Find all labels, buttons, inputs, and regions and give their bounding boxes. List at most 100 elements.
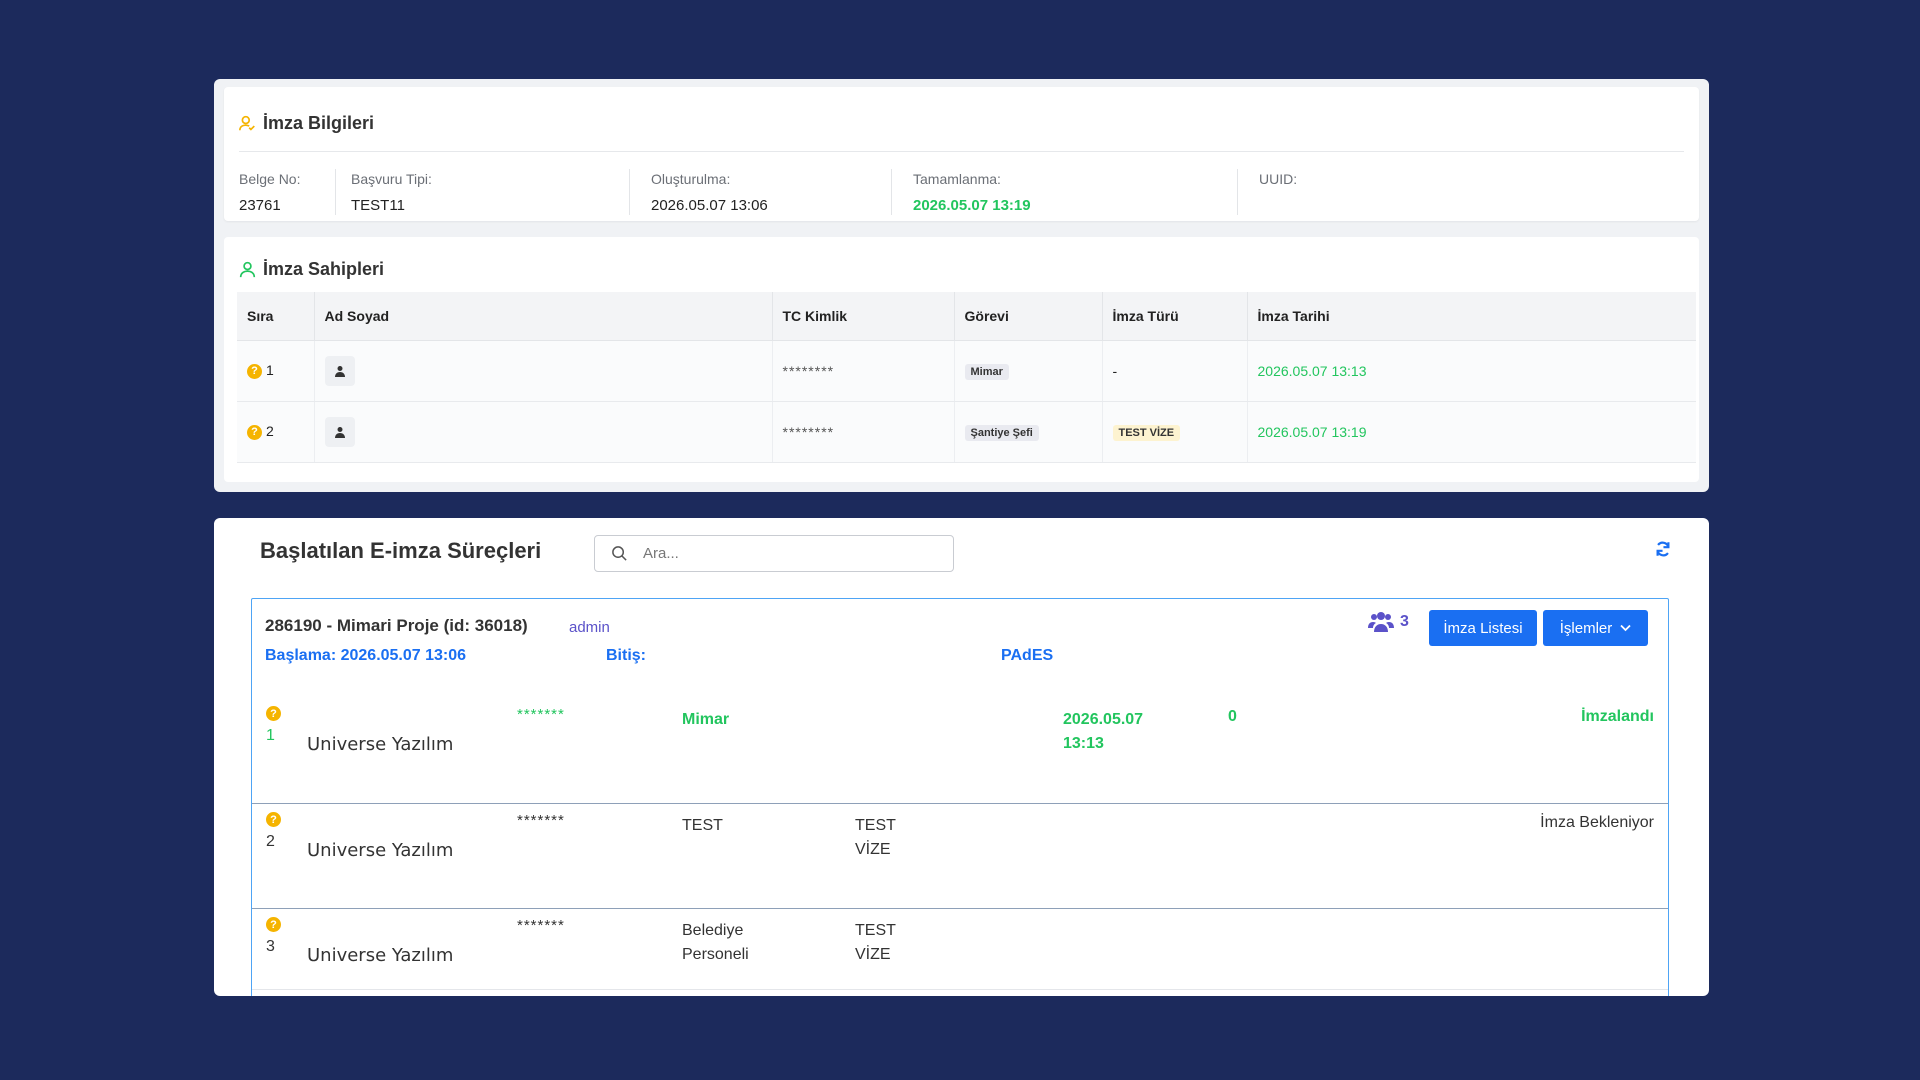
owners-title-text: İmza Sahipleri — [263, 259, 385, 279]
signature-info-panel: İmza Bilgileri Belge No: 23761 Başvuru T… — [214, 79, 1709, 492]
signature-date: 2026.05.07 13:19 — [1257, 423, 1367, 440]
field-olusturulma: Oluşturulma: 2026.05.07 13:06 — [651, 171, 768, 214]
signer-tc: ******* — [517, 917, 565, 934]
signer-row: ? 3 Universe Yazılım ******* Belediye Pe… — [252, 910, 1668, 990]
question-icon: ? — [247, 363, 262, 379]
field-value: 23761 — [239, 197, 281, 214]
section-title: Başlatılan E-imza Süreçleri — [260, 538, 542, 563]
table-header-row: Sıra Ad Soyad TC Kimlik Görevi İmza Türü… — [237, 292, 1696, 341]
tc-cell: ******** — [771, 401, 954, 463]
signer-name: Universe Yazılım — [307, 734, 454, 755]
user-icon — [239, 261, 256, 278]
signer-date: 2026.05.07 13:13 — [1063, 711, 1144, 752]
question-icon: ? — [266, 812, 281, 827]
role-cell: Mimar — [953, 340, 1102, 402]
process-end: Bitiş: — [606, 647, 646, 664]
divider — [239, 151, 1684, 152]
row-index-cell: ? 2 — [237, 401, 314, 463]
signer-index: 1 — [266, 727, 275, 744]
name-cell — [313, 340, 772, 402]
participants-indicator[interactable]: 3 — [1368, 611, 1409, 633]
field-basvuru-tipi: Başvuru Tipi: TEST11 — [351, 171, 432, 214]
name-cell — [313, 401, 772, 463]
process-user-link[interactable]: admin — [569, 619, 610, 636]
column-header: İmza Türü — [1101, 292, 1247, 341]
chevron-down-icon — [1620, 624, 1631, 632]
signer-role: TEST — [682, 817, 723, 834]
question-icon: ? — [266, 706, 281, 721]
table-row: ? 1 ******** Mimar - 2026.05.07 13:13 — [237, 340, 1696, 402]
signature-info-card: İmza Bilgileri Belge No: 23761 Başvuru T… — [224, 87, 1699, 221]
signature-date: 2026.05.07 13:13 — [1257, 362, 1367, 379]
signer-index: 2 — [266, 833, 275, 850]
question-icon: ? — [266, 917, 281, 932]
process-heading: 286190 - Mimari Proje (id: 36018) — [265, 616, 528, 635]
avatar-icon — [334, 426, 345, 438]
signature-type: - — [1112, 362, 1118, 379]
search-box[interactable] — [594, 535, 954, 572]
signer-count: 0 — [1228, 708, 1237, 725]
date-cell: 2026.05.07 13:13 — [1246, 340, 1696, 402]
avatar-button[interactable] — [324, 416, 355, 447]
signature-owners-card: İmza Sahipleri Sıra Ad Soyad TC Kimlik G… — [224, 237, 1699, 482]
tc-masked: ******** — [782, 362, 835, 379]
question-icon: ? — [247, 424, 262, 440]
search-icon — [612, 546, 627, 561]
column-header: Sıra — [237, 292, 314, 341]
signature-type-badge: TEST VİZE — [1112, 424, 1181, 441]
date-cell: 2026.05.07 13:19 — [1246, 401, 1696, 463]
type-cell: - — [1101, 340, 1247, 402]
field-label: UUID: — [1259, 171, 1298, 187]
type-cell: TEST VİZE — [1101, 401, 1247, 463]
operations-label: İşlemler — [1559, 619, 1613, 637]
field-value: 2026.05.07 13:06 — [651, 197, 768, 214]
process-card: 286190 - Mimari Proje (id: 36018) admin … — [251, 598, 1669, 996]
user-sign-icon — [239, 115, 255, 131]
signer-role: Mimar — [682, 711, 730, 728]
refresh-icon[interactable] — [1654, 540, 1672, 558]
owners-table: Sıra Ad Soyad TC Kimlik Görevi İmza Türü… — [237, 292, 1696, 463]
role-badge: Mimar — [964, 363, 1009, 380]
tc-cell: ******** — [771, 340, 954, 402]
column-header: İmza Tarihi — [1246, 292, 1696, 341]
row-index: 1 — [266, 362, 274, 379]
field-uuid: UUID: — [1259, 171, 1297, 197]
field-label: Belge No: — [239, 171, 301, 187]
operations-dropdown-button[interactable]: İşlemler — [1543, 610, 1648, 646]
signer-name: Universe Yazılım — [307, 840, 454, 861]
column-header: Ad Soyad — [313, 292, 772, 341]
owners-card-title: İmza Sahipleri — [239, 259, 384, 280]
info-title-text: İmza Bilgileri — [263, 113, 375, 133]
signer-status: İmzalandı — [1581, 708, 1654, 725]
signer-name: Universe Yazılım — [307, 945, 454, 966]
process-format: PAdES — [1001, 647, 1054, 664]
info-card-title: İmza Bilgileri — [239, 113, 374, 134]
process-start: Başlama: 2026.05.07 13:06 — [265, 647, 467, 664]
table-row: ? 2 ******** Şantiye Şefi TEST VİZE 2026.… — [237, 401, 1696, 463]
signer-tc: ******* — [517, 812, 565, 829]
users-group-icon — [1368, 612, 1394, 632]
row-index: 2 — [266, 423, 274, 440]
tc-masked: ******** — [782, 423, 835, 440]
signer-row: ? 2 Universe Yazılım ******* TEST TEST V… — [252, 805, 1668, 909]
field-value: 2026.05.07 13:19 — [913, 197, 1031, 214]
signer-type: TEST VİZE — [855, 817, 896, 858]
role-badge: Şantiye Şefi — [964, 424, 1039, 441]
avatar-icon — [334, 365, 345, 377]
signer-type: TEST VİZE — [855, 922, 896, 963]
signer-tc: ******* — [517, 706, 565, 723]
avatar-button[interactable] — [324, 355, 355, 386]
signer-row: ? 1 Universe Yazılım ******* Mimar 2026.… — [252, 699, 1668, 804]
signer-status: İmza Bekleniyor — [1540, 814, 1654, 831]
role-cell: Şantiye Şefi — [953, 401, 1102, 463]
signature-list-button[interactable]: İmza Listesi — [1429, 610, 1537, 646]
divider — [629, 169, 630, 215]
search-input[interactable] — [643, 545, 923, 562]
signer-index: 3 — [266, 938, 275, 955]
column-header: TC Kimlik — [771, 292, 954, 341]
participant-count: 3 — [1400, 613, 1409, 630]
signer-role: Belediye Personeli — [682, 922, 749, 963]
column-header: Görevi — [953, 292, 1102, 341]
divider — [1237, 169, 1238, 215]
field-label: Tamamlanma: — [913, 171, 1001, 187]
